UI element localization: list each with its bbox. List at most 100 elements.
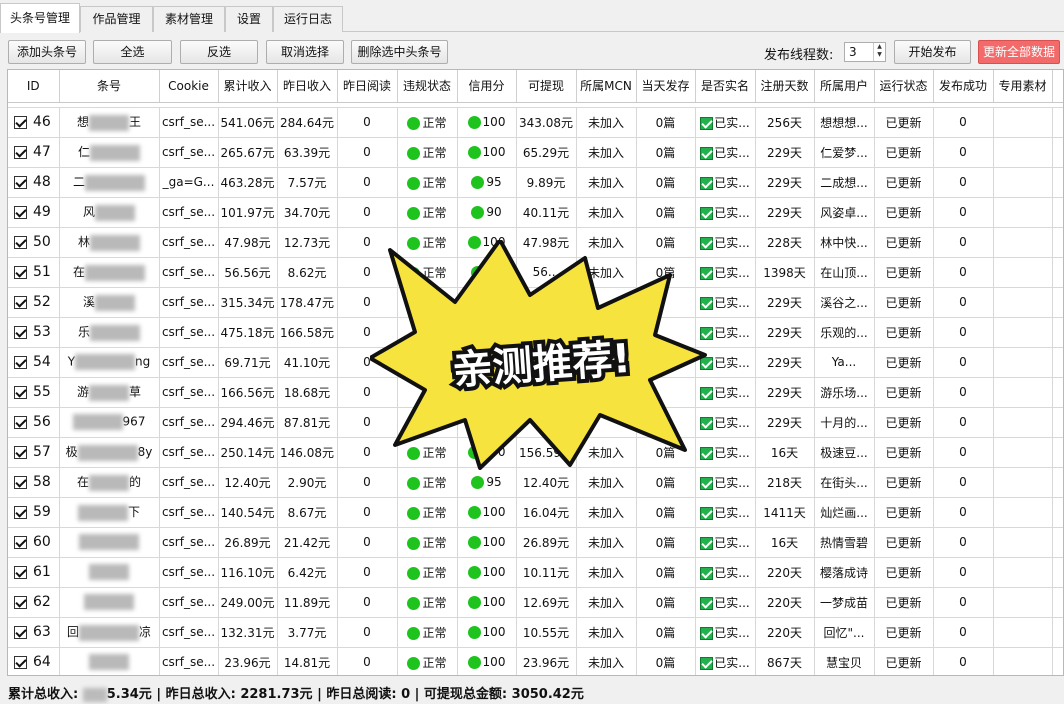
summary-rest: | 昨日总收入: 2281.73元 | 昨日总阅读: 0 | 可提现总金额: 3… (151, 687, 584, 702)
row-checkbox[interactable] (14, 385, 27, 399)
run-status: 已更新 (874, 107, 934, 138)
column-header[interactable]: 可提现 (516, 70, 577, 103)
row-checkbox[interactable] (14, 235, 27, 249)
table-row[interactable]: 62 csrf_se... 249.00元 11.89元 0 正常 100 12.69元 未加入… (8, 587, 1063, 618)
row-checkbox[interactable] (14, 535, 27, 549)
account-name-start: 风 (82, 205, 95, 220)
start-publish-button[interactable]: 开始发布 (894, 40, 971, 64)
row-checkbox[interactable] (14, 355, 27, 369)
column-header[interactable]: 昨日阅读 (337, 70, 398, 103)
row-checkbox[interactable] (14, 655, 27, 669)
column-header[interactable]: 违规状态 (397, 70, 458, 103)
daily-posts: 0篇 (636, 617, 696, 648)
yesterday-reads: 0 (337, 467, 398, 498)
tab-material-management[interactable]: 素材管理 (153, 6, 225, 32)
violation-status: 正常 (422, 535, 447, 550)
credit-green-dot-icon (467, 146, 481, 159)
credit-cell: 100 (457, 617, 517, 648)
status-green-dot-icon (407, 506, 421, 520)
column-header[interactable]: Cookie (159, 70, 219, 103)
thread-count-stepper[interactable]: 3 ▲ ▼ (844, 42, 886, 62)
credit-green-dot-icon (467, 626, 481, 639)
realname-status: 已实... (714, 445, 750, 460)
row-checkbox[interactable] (14, 565, 27, 579)
row-checkbox[interactable] (14, 175, 27, 189)
refresh-all-button[interactable]: 更新全部数据 (978, 40, 1060, 64)
recommend-sticker: 亲测推荐! (370, 240, 707, 470)
daily-posts: 0篇 (636, 167, 696, 198)
extra-cell (1052, 407, 1063, 438)
extra-cell (1052, 467, 1063, 498)
owner-user: 溪谷之... (814, 287, 875, 318)
table-row[interactable]: 48 二 _ga=G... 463.28元 7.57元 0 正常 95 9.89元 未加入 0篇 已实… (8, 167, 1063, 198)
row-checkbox[interactable] (14, 295, 27, 309)
table-row[interactable]: 49 风 csrf_se... 101.97元 34.70元 0 正常 90 40.11元 未加入… (8, 197, 1063, 228)
owner-user: 灿烂画... (814, 497, 875, 528)
column-header[interactable]: 所属MCN (576, 70, 637, 103)
table-row[interactable]: 61 csrf_se... 116.10元 6.42元 0 正常 100 10.11元 未加入 0… (8, 557, 1063, 588)
table-row[interactable]: 60 csrf_se... 26.89元 21.42元 0 正常 100 26.89元 未加入 0… (8, 527, 1063, 558)
register-days: 229天 (755, 137, 815, 168)
select-all-button[interactable]: 全选 (93, 40, 172, 64)
column-header[interactable]: 信用分 (457, 70, 517, 103)
table-row[interactable]: 59 下 csrf_se... 140.54元 8.67元 0 正常 100 16.04元 未加入… (8, 497, 1063, 528)
stepper-arrows-icon[interactable]: ▲ ▼ (873, 43, 885, 61)
invert-selection-button[interactable]: 反选 (180, 40, 258, 64)
column-header[interactable]: 当天发存 (636, 70, 696, 103)
redacted-block (89, 474, 129, 491)
column-header[interactable]: 运行状态 (874, 70, 934, 103)
realname-cell: 已实... (695, 587, 756, 618)
tab-settings[interactable]: 设置 (225, 6, 273, 32)
row-checkbox[interactable] (14, 145, 27, 159)
column-header[interactable]: 是否实名 (695, 70, 756, 103)
column-header[interactable]: ID (8, 70, 60, 103)
column-header[interactable]: 发布成功 (933, 70, 994, 103)
row-checkbox[interactable] (14, 415, 27, 429)
dedicated-material (993, 497, 1053, 528)
table-row[interactable]: 47 仁 csrf_se... 265.67元 63.39元 0 正常 100 65.29元 未加… (8, 137, 1063, 168)
row-checkbox[interactable] (14, 475, 27, 489)
account-name-end: 王 (129, 115, 142, 130)
row-checkbox[interactable] (14, 625, 27, 639)
withdrawable: 40.11元 (516, 197, 577, 228)
credit-cell: 100 (457, 497, 517, 528)
register-days: 228天 (755, 227, 815, 258)
violation-status: 正常 (422, 145, 447, 160)
column-header[interactable]: 所属用户 (814, 70, 875, 103)
withdrawable: 65.29元 (516, 137, 577, 168)
total-income: 116.10元 (218, 557, 278, 588)
total-income: 250.14元 (218, 437, 278, 468)
tab-works-management[interactable]: 作品管理 (80, 6, 153, 32)
row-checkbox[interactable] (14, 445, 27, 459)
withdrawable: 16.04元 (516, 497, 577, 528)
table-row[interactable]: 58 在的 csrf_se... 12.40元 2.90元 0 正常 95 12.40元 未加入 0… (8, 467, 1063, 498)
dedicated-material (993, 557, 1053, 588)
verified-check-icon (700, 596, 714, 610)
table-row[interactable]: 46 想王 csrf_se... 541.06元 284.64元 0 正常 100 343.08… (8, 107, 1063, 138)
deselect-button[interactable]: 取消选择 (266, 40, 344, 64)
column-header[interactable]: 昨日收入 (277, 70, 338, 103)
column-header[interactable]: 累计收入 (218, 70, 278, 103)
row-checkbox[interactable] (14, 205, 27, 219)
credit-score: 100 (482, 595, 506, 609)
column-header[interactable]: 条号 (59, 70, 160, 103)
row-checkbox[interactable] (14, 505, 27, 519)
column-header[interactable]: 注册天数 (755, 70, 815, 103)
table-row[interactable]: 63 回凉 csrf_se... 132.31元 3.77元 0 正常 100 10.55元 未加… (8, 617, 1063, 648)
total-income: 265.67元 (218, 137, 278, 168)
row-id: 50 (33, 234, 51, 250)
row-checkbox[interactable] (14, 595, 27, 609)
row-checkbox[interactable] (14, 265, 27, 279)
publish-success: 0 (933, 617, 994, 648)
add-account-button[interactable]: 添加头条号 (8, 40, 86, 64)
column-header[interactable]: 专用素材 (993, 70, 1053, 103)
delete-selected-button[interactable]: 删除选中头条号 (351, 40, 448, 64)
daily-posts: 0篇 (636, 557, 696, 588)
column-header[interactable]: m (1052, 70, 1063, 103)
tab-run-log[interactable]: 运行日志 (273, 6, 343, 32)
table-row[interactable]: 64 csrf_se... 23.96元 14.81元 0 正常 100 23.96元 未加入 0… (8, 647, 1063, 675)
tab-account-management[interactable]: 头条号管理 (0, 3, 80, 33)
row-checkbox[interactable] (14, 115, 27, 129)
row-checkbox[interactable] (14, 325, 27, 339)
yesterday-income: 8.67元 (277, 497, 338, 528)
